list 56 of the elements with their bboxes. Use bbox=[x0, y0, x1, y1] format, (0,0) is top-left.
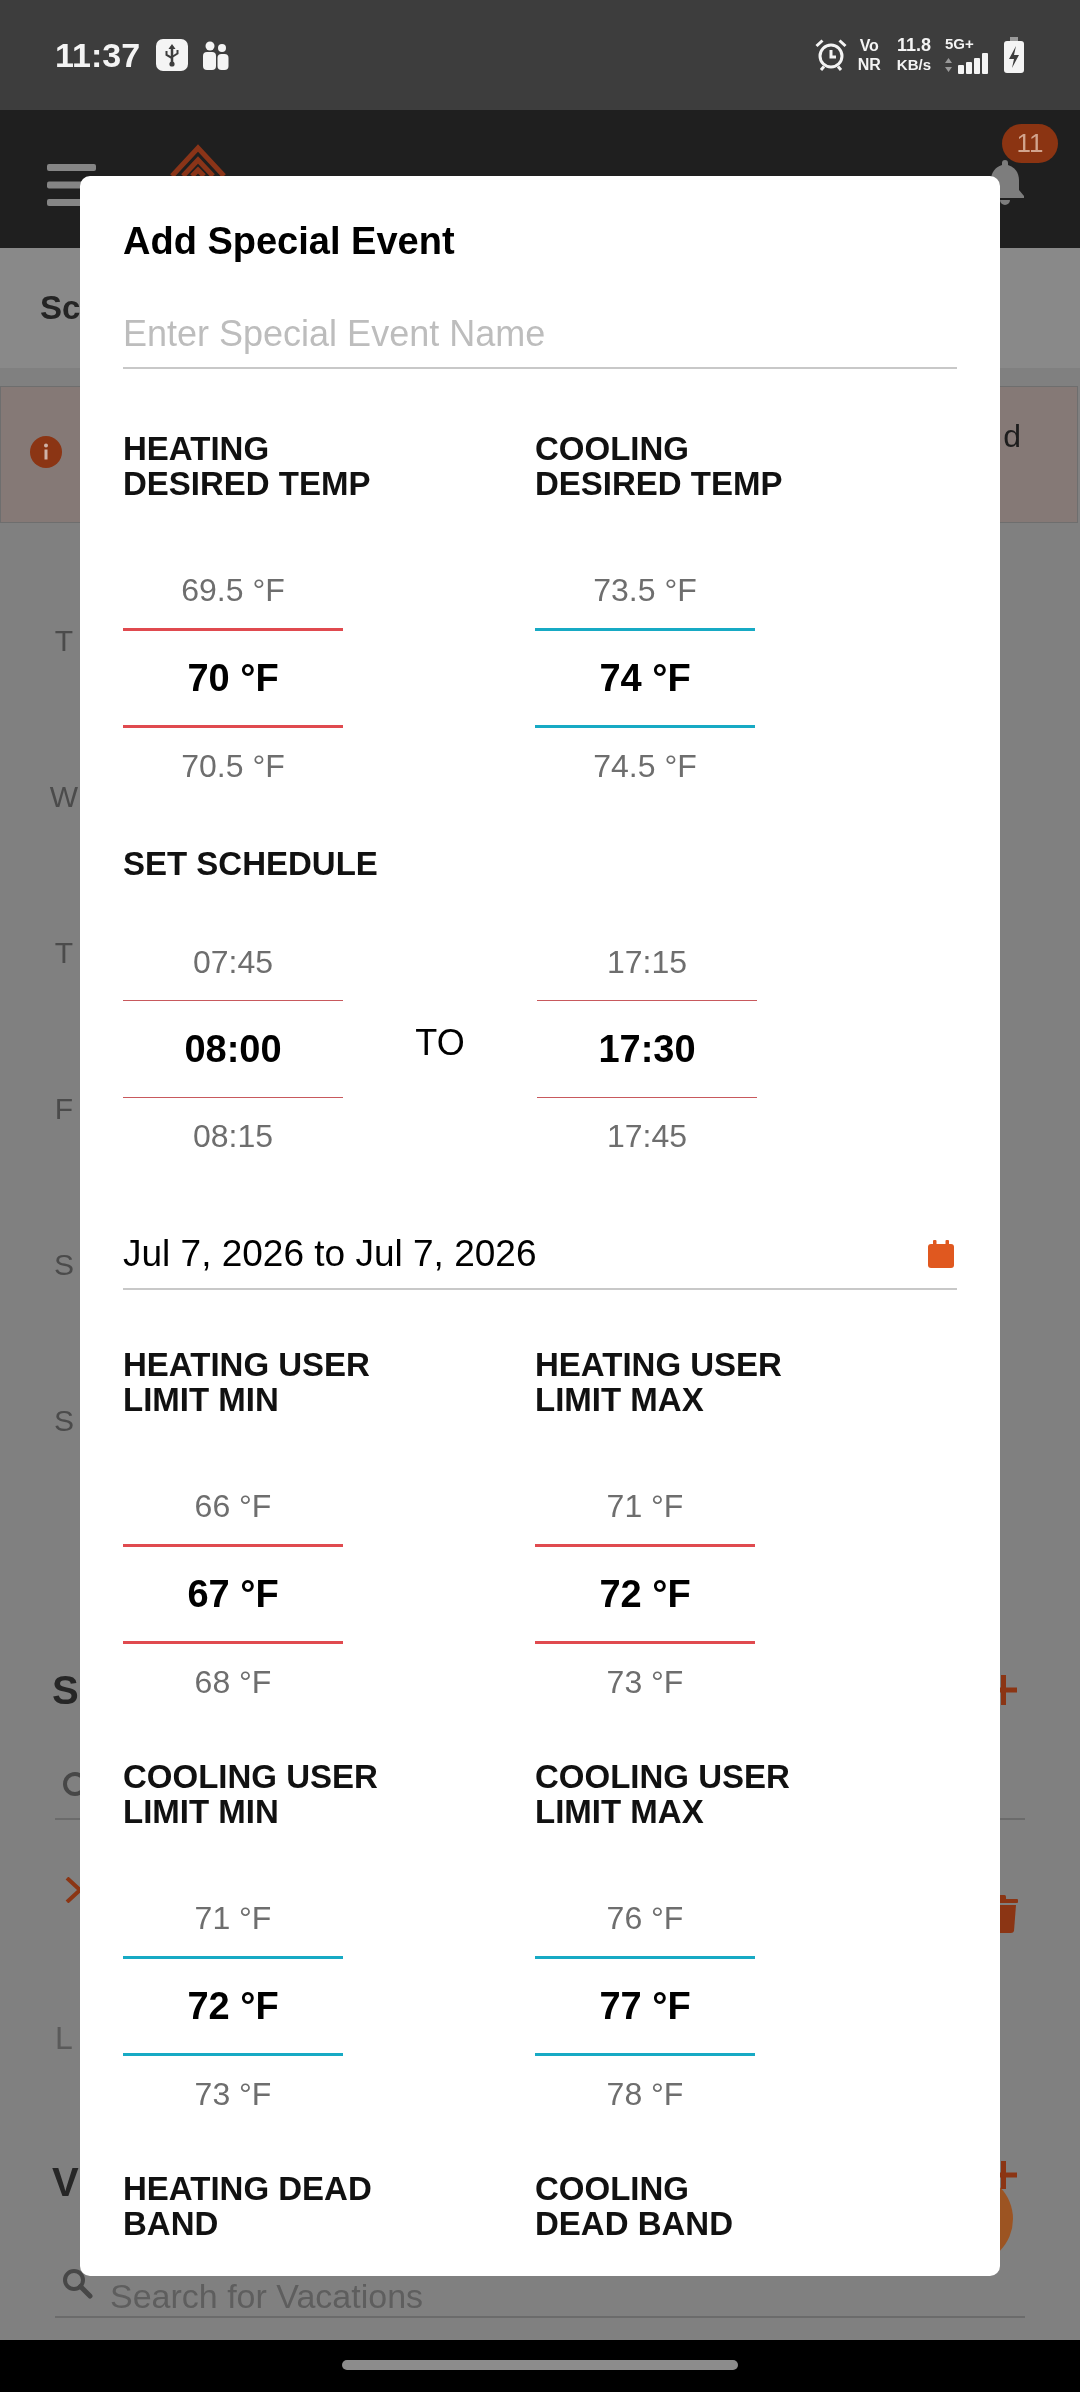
section-label: COOLING DESIRED TEMP bbox=[535, 431, 783, 501]
section-label: HEATING USER LIMIT MIN bbox=[123, 1347, 370, 1417]
picker-option[interactable]: 66 °F bbox=[123, 1468, 343, 1544]
picker-option[interactable]: 17:45 bbox=[537, 1098, 757, 1174]
page-heading: Sc bbox=[40, 288, 81, 329]
picker-option[interactable]: 74 °F bbox=[535, 628, 755, 728]
range-separator: TO bbox=[415, 1023, 465, 1063]
section-label: COOLING DEAD BAND bbox=[535, 2171, 733, 2241]
picker-option[interactable]: 17:30 bbox=[537, 1000, 757, 1098]
alarm-icon bbox=[813, 38, 848, 72]
chevron-icon[interactable] bbox=[65, 1877, 80, 1903]
section-label: SET SCHEDULE bbox=[123, 846, 378, 881]
section-label: HEATING USER LIMIT MAX bbox=[535, 1347, 782, 1417]
info-icon bbox=[30, 436, 62, 468]
picker-option[interactable]: 68 °F bbox=[123, 1644, 343, 1720]
picker-option[interactable]: 78 °F bbox=[535, 2056, 755, 2132]
search-icon bbox=[61, 2267, 93, 2299]
picker-option[interactable]: 72 °F bbox=[123, 1956, 343, 2056]
status-label: Vo bbox=[859, 36, 879, 55]
status-time: 11:37 bbox=[55, 35, 141, 75]
picker-option[interactable]: 71 °F bbox=[123, 1880, 343, 1956]
data-speed-value: 11.8 bbox=[896, 36, 931, 55]
section-label: HEATING DESIRED TEMP bbox=[123, 431, 371, 501]
picker-option[interactable]: 77 °F bbox=[535, 1956, 755, 2056]
picker-option[interactable]: 08:15 bbox=[123, 1098, 343, 1174]
alert-text: d bbox=[1003, 417, 1021, 456]
event-name-field[interactable]: Enter Special Event Name bbox=[123, 300, 957, 369]
picker-option[interactable]: 17:15 bbox=[537, 924, 757, 1000]
picker-option[interactable]: 71 °F bbox=[535, 1468, 755, 1544]
battery-charging-icon bbox=[1003, 37, 1025, 73]
picker-option[interactable]: 70.5 °F bbox=[123, 728, 343, 804]
picker-option[interactable]: 70 °F bbox=[123, 628, 343, 728]
picker-option[interactable]: 73 °F bbox=[123, 2056, 343, 2132]
section-heading: V bbox=[52, 2159, 79, 2206]
section-label: COOLING USER LIMIT MIN bbox=[123, 1759, 378, 1829]
picker-option[interactable]: 07:45 bbox=[123, 924, 343, 1000]
picker-option[interactable]: 67 °F bbox=[123, 1544, 343, 1644]
picker-option[interactable]: 73 °F bbox=[535, 1644, 755, 1720]
picker-option[interactable]: 08:00 bbox=[123, 1000, 343, 1098]
picker-option[interactable]: 69.5 °F bbox=[123, 552, 343, 628]
people-icon bbox=[201, 40, 230, 70]
section-label: COOLING USER LIMIT MAX bbox=[535, 1759, 790, 1829]
notification-badge: 11 bbox=[1002, 124, 1058, 163]
picker-option[interactable]: 72 °F bbox=[535, 1544, 755, 1644]
picker-option[interactable]: 73.5 °F bbox=[535, 552, 755, 628]
data-speed-unit: KB/s bbox=[896, 55, 931, 74]
section-label: HEATING DEAD BAND bbox=[123, 2171, 372, 2241]
network-label: 5G+ bbox=[945, 36, 974, 52]
picker-option[interactable]: 74.5 °F bbox=[535, 728, 755, 804]
calendar-icon bbox=[928, 1240, 954, 1268]
status-label: NR bbox=[857, 55, 881, 74]
usb-icon bbox=[156, 39, 189, 71]
picker-option[interactable]: 76 °F bbox=[535, 1880, 755, 1956]
section-heading: S bbox=[52, 1667, 79, 1714]
date-range-field[interactable]: Jul 7, 2026 to Jul 7, 2026 bbox=[123, 1220, 957, 1290]
dialog-title: Add Special Event bbox=[123, 219, 455, 264]
